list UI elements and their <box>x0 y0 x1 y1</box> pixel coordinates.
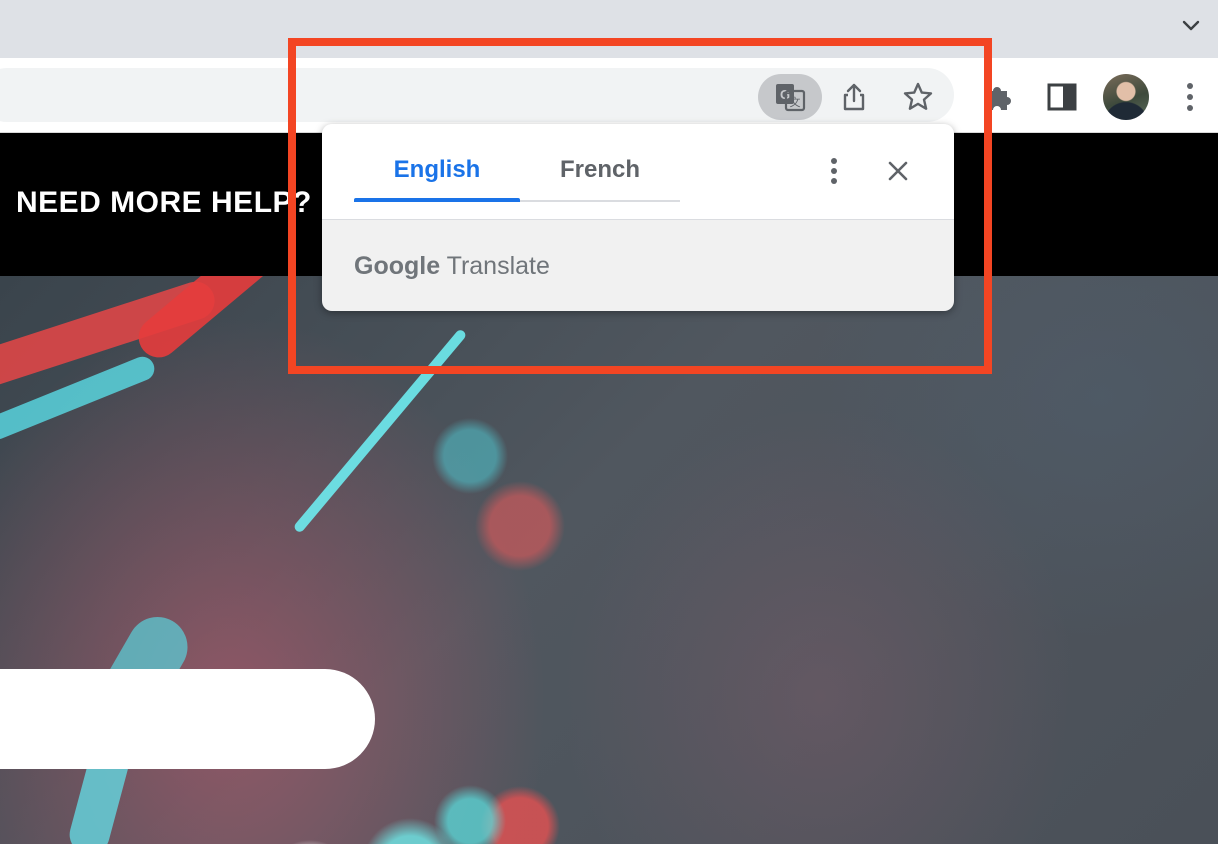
highlight-box <box>288 38 992 374</box>
chevron-down-icon <box>1182 20 1200 31</box>
side-panel-icon <box>1047 83 1077 111</box>
avatar[interactable] <box>1103 74 1149 120</box>
kebab-menu-icon <box>1187 83 1193 111</box>
browser-menu-button[interactable] <box>1167 74 1213 120</box>
side-panel-button[interactable] <box>1039 74 1085 120</box>
banner-heading[interactable]: NEED MORE HELP? <box>16 186 312 220</box>
tab-search-button[interactable] <box>1178 13 1204 39</box>
hero-streak <box>130 276 310 366</box>
search-box[interactable] <box>0 669 375 769</box>
